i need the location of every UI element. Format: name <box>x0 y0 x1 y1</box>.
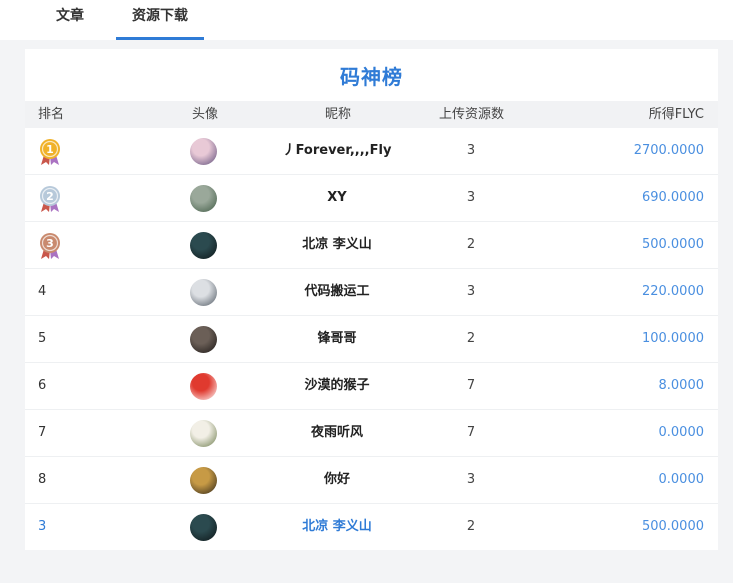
rank-number: 5 <box>38 331 47 346</box>
avatar[interactable] <box>190 232 217 259</box>
silver-medal-icon: 2 <box>38 185 62 213</box>
nickname[interactable]: 夜雨听风 <box>237 410 437 456</box>
svg-text:3: 3 <box>46 237 54 250</box>
nickname[interactable]: 沙漠的猴子 <box>237 363 437 409</box>
flyc-earned: 0.0000 <box>658 472 705 487</box>
bronze-medal-icon: 3 <box>38 232 62 260</box>
upload-count: 3 <box>466 190 476 205</box>
svg-text:2: 2 <box>46 190 54 203</box>
rank-number: 6 <box>38 378 47 393</box>
nickname[interactable]: 锋哥哥 <box>237 316 437 362</box>
col-avatar: 头像 <box>192 107 219 122</box>
table-row: 5 锋哥哥 2 100.0000 <box>25 316 718 363</box>
nickname[interactable]: 北凉 李义山 <box>237 222 437 268</box>
upload-count: 2 <box>466 331 476 346</box>
flyc-earned: 0.0000 <box>658 425 705 440</box>
nickname[interactable]: 北凉 李义山 <box>237 504 437 550</box>
avatar[interactable] <box>190 326 217 353</box>
tab-articles[interactable]: 文章 <box>40 0 100 40</box>
upload-count: 3 <box>466 284 476 299</box>
avatar[interactable] <box>190 138 217 165</box>
rank-number: 8 <box>38 472 47 487</box>
table-row: 3 北凉 李义山 2 500.0000 <box>25 222 718 269</box>
avatar[interactable] <box>190 467 217 494</box>
upload-count: 2 <box>466 237 476 252</box>
avatar[interactable] <box>190 514 217 541</box>
leaderboard-rows: 1 丿Forever,,,,Fly 3 2700.0000 2 XY 3 690.0000 3 北… <box>25 128 718 551</box>
table-row: 2 XY 3 690.0000 <box>25 175 718 222</box>
nickname[interactable]: 你好 <box>237 457 437 503</box>
leaderboard-card: 码神榜 排名 头像 昵称 上传资源数 所得FLYC 1 丿Forever,,,,F… <box>25 49 718 550</box>
upload-count: 3 <box>466 472 476 487</box>
upload-count: 3 <box>466 143 476 158</box>
tab-bar: 文章 资源下载 <box>0 0 733 40</box>
col-nickname: 昵称 <box>325 107 352 122</box>
flyc-earned: 220.0000 <box>641 284 704 299</box>
avatar[interactable] <box>190 420 217 447</box>
svg-text:1: 1 <box>46 143 54 156</box>
flyc-earned: 8.0000 <box>658 378 705 393</box>
current-user-row: 3 北凉 李义山 2 500.0000 <box>25 504 718 551</box>
avatar[interactable] <box>190 185 217 212</box>
flyc-earned: 500.0000 <box>641 237 704 252</box>
table-row: 8 你好 3 0.0000 <box>25 457 718 504</box>
table-row: 4 代码搬运工 3 220.0000 <box>25 269 718 316</box>
flyc-earned: 2700.0000 <box>633 143 704 158</box>
table-row: 7 夜雨听风 7 0.0000 <box>25 410 718 457</box>
gold-medal-icon: 1 <box>38 138 62 166</box>
col-rank: 排名 <box>38 107 65 122</box>
rank-number: 3 <box>38 519 47 534</box>
table-header: 排名 头像 昵称 上传资源数 所得FLYC <box>25 101 718 128</box>
avatar[interactable] <box>190 373 217 400</box>
nickname[interactable]: 丿Forever,,,,Fly <box>237 128 437 174</box>
flyc-earned: 100.0000 <box>641 331 704 346</box>
upload-count: 7 <box>466 378 476 393</box>
upload-count: 7 <box>466 425 476 440</box>
table-row: 6 沙漠的猴子 7 8.0000 <box>25 363 718 410</box>
avatar[interactable] <box>190 279 217 306</box>
table-row: 1 丿Forever,,,,Fly 3 2700.0000 <box>25 128 718 175</box>
upload-count: 2 <box>466 519 476 534</box>
nickname[interactable]: XY <box>237 175 437 221</box>
col-flyc-earned: 所得FLYC <box>648 107 704 122</box>
flyc-earned: 500.0000 <box>641 519 704 534</box>
tab-resource-downloads[interactable]: 资源下载 <box>116 0 204 40</box>
flyc-earned: 690.0000 <box>641 190 704 205</box>
leaderboard-title: 码神榜 <box>340 65 403 89</box>
col-upload-count: 上传资源数 <box>439 107 505 122</box>
nickname[interactable]: 代码搬运工 <box>237 269 437 315</box>
rank-number: 7 <box>38 425 47 440</box>
rank-number: 4 <box>38 284 47 299</box>
